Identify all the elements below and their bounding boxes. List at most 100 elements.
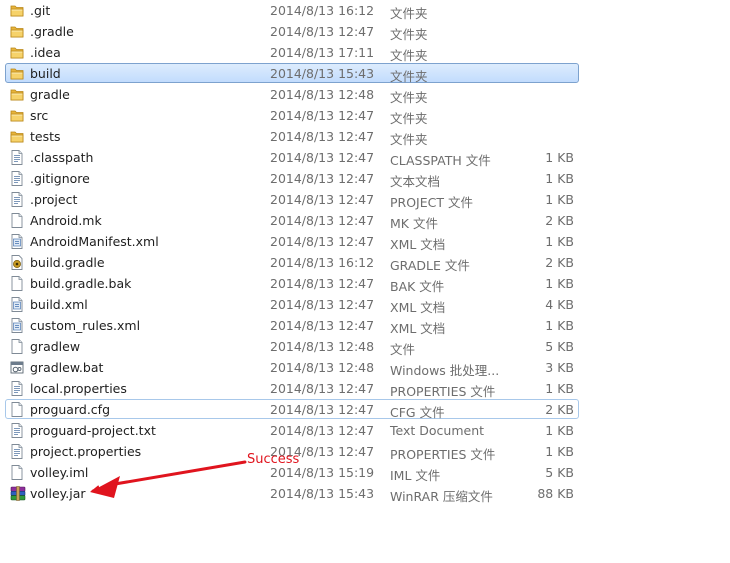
file-name: build.gradle xyxy=(30,255,105,270)
file-date-modified: 2014/8/13 12:47 xyxy=(270,171,375,186)
folder-icon xyxy=(10,3,24,18)
file-date-modified: 2014/8/13 15:43 xyxy=(270,66,375,81)
file-row[interactable]: gradle 2014/8/13 12:48 文件夹 xyxy=(5,84,579,105)
file-size: 2 KB xyxy=(545,402,574,417)
file-type: MK 文件 xyxy=(390,216,438,231)
file-type: Text Document xyxy=(390,423,485,438)
file-name: build.xml xyxy=(30,297,88,312)
file-row[interactable]: src 2014/8/13 12:47 文件夹 xyxy=(5,105,579,126)
file-row[interactable]: .git 2014/8/13 16:12 文件夹 xyxy=(5,0,579,21)
file-size: 1 KB xyxy=(545,381,574,396)
file-size: 1 KB xyxy=(545,171,574,186)
file-type: PROPERTIES 文件 xyxy=(390,447,496,462)
file-row[interactable]: gradlew 2014/8/13 12:48 文件 5 KB xyxy=(5,336,579,357)
file-type: PROPERTIES 文件 xyxy=(390,384,496,399)
file-size: 3 KB xyxy=(545,360,574,375)
file-size: 5 KB xyxy=(545,465,574,480)
file-name: tests xyxy=(30,129,61,144)
file-size: 1 KB xyxy=(545,276,574,291)
file-name: local.properties xyxy=(30,381,127,396)
file-name: build xyxy=(30,66,61,81)
file-type: 文件 xyxy=(390,342,416,357)
file-row[interactable]: build 2014/8/13 15:43 文件夹 xyxy=(5,63,579,84)
folder-icon xyxy=(10,24,24,39)
file-type: Windows 批处理... xyxy=(390,363,500,378)
file-row[interactable]: .classpath 2014/8/13 12:47 CLASSPATH 文件 1 K… xyxy=(5,147,579,168)
file-type: GRADLE 文件 xyxy=(390,258,470,273)
file-row[interactable]: gradlew.bat 2014/8/13 12:48 Windows 批处理...… xyxy=(5,357,579,378)
file-name: gradlew.bat xyxy=(30,360,104,375)
file-size: 1 KB xyxy=(545,192,574,207)
file-row[interactable]: build.gradle 2014/8/13 16:12 GRADLE 文件 2 KB xyxy=(5,252,579,273)
file-name: custom_rules.xml xyxy=(30,318,141,333)
file-name: .project xyxy=(30,192,78,207)
file-row[interactable]: volley.jar 2014/8/13 15:43 WinRAR 压缩文件 88 K… xyxy=(5,483,579,504)
gradle-file-icon xyxy=(10,255,24,270)
file-type: 文本文档 xyxy=(390,174,441,189)
file-date-modified: 2014/8/13 12:47 xyxy=(270,402,375,417)
file-row[interactable]: Android.mk 2014/8/13 12:47 MK 文件 2 KB xyxy=(5,210,579,231)
file-date-modified: 2014/8/13 12:47 xyxy=(270,276,375,291)
file-size: 1 KB xyxy=(545,423,574,438)
document-lines-icon xyxy=(10,150,24,165)
file-name: project.properties xyxy=(30,444,142,459)
file-row[interactable]: build.gradle.bak 2014/8/13 12:47 BAK 文件 1 K… xyxy=(5,273,579,294)
file-type: 文件夹 xyxy=(390,90,428,105)
file-name: build.gradle.bak xyxy=(30,276,132,291)
file-type: WinRAR 压缩文件 xyxy=(390,489,493,504)
file-row[interactable]: build.xml 2014/8/13 12:47 XML 文档 4 KB xyxy=(5,294,579,315)
file-row[interactable]: .idea 2014/8/13 17:11 文件夹 xyxy=(5,42,579,63)
file-row[interactable]: proguard.cfg 2014/8/13 12:47 CFG 文件 2 KB xyxy=(5,399,579,420)
file-row[interactable]: local.properties 2014/8/13 12:47 PROPERTIE… xyxy=(5,378,579,399)
file-type: 文件夹 xyxy=(390,6,428,21)
blank-file-icon xyxy=(10,465,24,480)
document-lines-icon xyxy=(10,192,24,207)
file-date-modified: 2014/8/13 12:47 xyxy=(270,423,375,438)
file-type: 文件夹 xyxy=(390,69,428,84)
file-date-modified: 2014/8/13 17:11 xyxy=(270,45,375,60)
xml-file-icon xyxy=(10,234,24,249)
file-name: .gitignore xyxy=(30,171,90,186)
file-date-modified: 2014/8/13 12:47 xyxy=(270,129,375,144)
file-date-modified: 2014/8/13 12:48 xyxy=(270,360,375,375)
file-name: Android.mk xyxy=(30,213,102,228)
file-row[interactable]: .project 2014/8/13 12:47 PROJECT 文件 1 KB xyxy=(5,189,579,210)
xml-file-icon xyxy=(10,297,24,312)
file-type: CFG 文件 xyxy=(390,405,445,420)
file-name: AndroidManifest.xml xyxy=(30,234,159,249)
blank-file-icon xyxy=(10,402,24,417)
file-name: .idea xyxy=(30,45,61,60)
file-date-modified: 2014/8/13 12:48 xyxy=(270,339,375,354)
file-type: 文件夹 xyxy=(390,27,428,42)
file-date-modified: 2014/8/13 12:47 xyxy=(270,24,375,39)
folder-icon xyxy=(10,87,24,102)
winrar-archive-icon xyxy=(10,486,26,501)
file-type: XML 文档 xyxy=(390,321,446,336)
file-type: BAK 文件 xyxy=(390,279,445,294)
file-name: .classpath xyxy=(30,150,94,165)
file-row[interactable]: tests 2014/8/13 12:47 文件夹 xyxy=(5,126,579,147)
file-row[interactable]: .gradle 2014/8/13 12:47 文件夹 xyxy=(5,21,579,42)
file-row[interactable]: custom_rules.xml 2014/8/13 12:47 XML 文档 1 K… xyxy=(5,315,579,336)
blank-file-icon xyxy=(10,339,24,354)
file-name: .git xyxy=(30,3,51,18)
file-date-modified: 2014/8/13 12:47 xyxy=(270,234,375,249)
annotation-label: Success xyxy=(247,452,300,467)
file-type: CLASSPATH 文件 xyxy=(390,153,491,168)
file-row[interactable]: proguard-project.txt 2014/8/13 12:47 Text … xyxy=(5,420,579,440)
folder-icon xyxy=(10,45,24,60)
file-date-modified: 2014/8/13 16:12 xyxy=(270,3,375,18)
document-lines-icon xyxy=(10,381,24,396)
folder-icon xyxy=(10,66,24,81)
file-date-modified: 2014/8/13 12:47 xyxy=(270,381,375,396)
folder-icon xyxy=(10,108,24,123)
file-name: .gradle xyxy=(30,24,74,39)
folder-icon xyxy=(10,129,24,144)
file-row[interactable]: .gitignore 2014/8/13 12:47 文本文档 1 KB xyxy=(5,168,579,189)
file-row[interactable]: AndroidManifest.xml 2014/8/13 12:47 XML 文档… xyxy=(5,231,579,252)
blank-file-icon xyxy=(10,213,24,228)
file-type: 文件夹 xyxy=(390,132,428,147)
file-date-modified: 2014/8/13 12:47 xyxy=(270,192,375,207)
file-type: PROJECT 文件 xyxy=(390,195,473,210)
document-lines-icon xyxy=(10,444,24,459)
